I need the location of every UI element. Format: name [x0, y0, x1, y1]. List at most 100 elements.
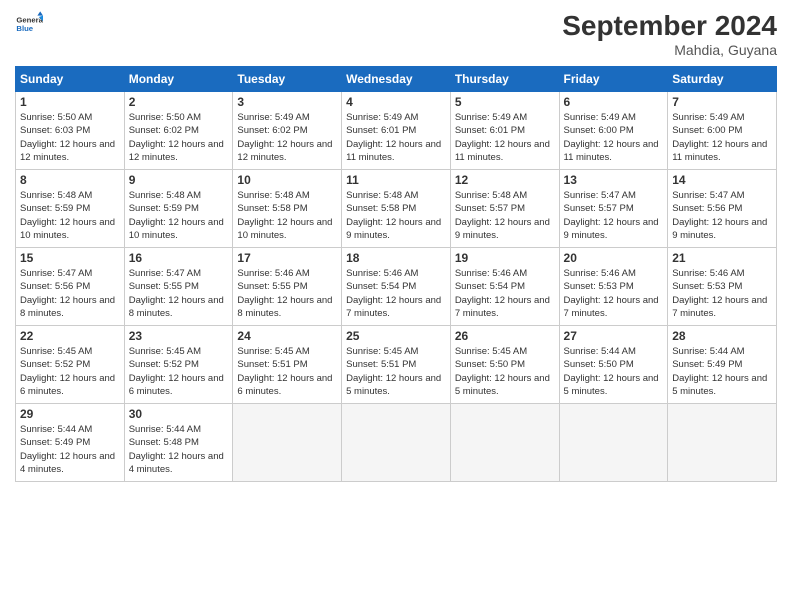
day-number: 20	[564, 251, 664, 265]
day-info: Sunrise: 5:46 AM Sunset: 5:55 PM Dayligh…	[237, 267, 337, 320]
calendar-cell: 27 Sunrise: 5:44 AM Sunset: 5:50 PM Dayl…	[559, 326, 668, 404]
calendar-cell: 4 Sunrise: 5:49 AM Sunset: 6:01 PM Dayli…	[342, 92, 451, 170]
sunset-label: Sunset: 5:50 PM	[564, 359, 634, 370]
sunrise-label: Sunrise: 5:48 AM	[455, 190, 527, 201]
day-number: 3	[237, 95, 337, 109]
sunset-label: Sunset: 5:59 PM	[20, 203, 90, 214]
calendar-cell	[559, 404, 668, 482]
daylight-label: Daylight: 12 hours and 10 minutes.	[20, 217, 115, 241]
calendar-cell: 23 Sunrise: 5:45 AM Sunset: 5:52 PM Dayl…	[124, 326, 233, 404]
day-number: 2	[129, 95, 229, 109]
day-info: Sunrise: 5:46 AM Sunset: 5:53 PM Dayligh…	[672, 267, 772, 320]
col-tuesday: Tuesday	[233, 67, 342, 92]
sunset-label: Sunset: 6:02 PM	[237, 125, 307, 136]
table-row: 22 Sunrise: 5:45 AM Sunset: 5:52 PM Dayl…	[16, 326, 777, 404]
calendar-cell: 7 Sunrise: 5:49 AM Sunset: 6:00 PM Dayli…	[668, 92, 777, 170]
day-info: Sunrise: 5:47 AM Sunset: 5:56 PM Dayligh…	[672, 189, 772, 242]
day-info: Sunrise: 5:50 AM Sunset: 6:02 PM Dayligh…	[129, 111, 229, 164]
calendar-cell: 14 Sunrise: 5:47 AM Sunset: 5:56 PM Dayl…	[668, 170, 777, 248]
day-number: 4	[346, 95, 446, 109]
col-thursday: Thursday	[450, 67, 559, 92]
daylight-label: Daylight: 12 hours and 7 minutes.	[564, 295, 659, 319]
sunset-label: Sunset: 6:01 PM	[346, 125, 416, 136]
day-info: Sunrise: 5:45 AM Sunset: 5:52 PM Dayligh…	[20, 345, 120, 398]
day-info: Sunrise: 5:45 AM Sunset: 5:51 PM Dayligh…	[346, 345, 446, 398]
calendar-cell: 24 Sunrise: 5:45 AM Sunset: 5:51 PM Dayl…	[233, 326, 342, 404]
day-number: 13	[564, 173, 664, 187]
sunset-label: Sunset: 5:51 PM	[237, 359, 307, 370]
col-friday: Friday	[559, 67, 668, 92]
day-number: 18	[346, 251, 446, 265]
daylight-label: Daylight: 12 hours and 9 minutes.	[346, 217, 441, 241]
calendar-container: General Blue September 2024 Mahdia, Guya…	[0, 0, 792, 492]
sunset-label: Sunset: 5:59 PM	[129, 203, 199, 214]
sunrise-label: Sunrise: 5:48 AM	[129, 190, 201, 201]
sunset-label: Sunset: 5:49 PM	[672, 359, 742, 370]
day-info: Sunrise: 5:47 AM Sunset: 5:55 PM Dayligh…	[129, 267, 229, 320]
sunrise-label: Sunrise: 5:46 AM	[237, 268, 309, 279]
daylight-label: Daylight: 12 hours and 5 minutes.	[564, 373, 659, 397]
day-info: Sunrise: 5:46 AM Sunset: 5:54 PM Dayligh…	[455, 267, 555, 320]
sunrise-label: Sunrise: 5:47 AM	[672, 190, 744, 201]
day-info: Sunrise: 5:49 AM Sunset: 6:01 PM Dayligh…	[346, 111, 446, 164]
sunset-label: Sunset: 5:54 PM	[455, 281, 525, 292]
day-info: Sunrise: 5:48 AM Sunset: 5:59 PM Dayligh…	[20, 189, 120, 242]
sunset-label: Sunset: 5:54 PM	[346, 281, 416, 292]
day-info: Sunrise: 5:44 AM Sunset: 5:49 PM Dayligh…	[672, 345, 772, 398]
sunrise-label: Sunrise: 5:48 AM	[20, 190, 92, 201]
daylight-label: Daylight: 12 hours and 8 minutes.	[129, 295, 224, 319]
table-row: 15 Sunrise: 5:47 AM Sunset: 5:56 PM Dayl…	[16, 248, 777, 326]
daylight-label: Daylight: 12 hours and 9 minutes.	[564, 217, 659, 241]
svg-text:Blue: Blue	[16, 24, 33, 33]
sunrise-label: Sunrise: 5:49 AM	[237, 112, 309, 123]
calendar-cell	[450, 404, 559, 482]
sunrise-label: Sunrise: 5:47 AM	[564, 190, 636, 201]
calendar-cell: 21 Sunrise: 5:46 AM Sunset: 5:53 PM Dayl…	[668, 248, 777, 326]
calendar-cell: 26 Sunrise: 5:45 AM Sunset: 5:50 PM Dayl…	[450, 326, 559, 404]
calendar-cell: 13 Sunrise: 5:47 AM Sunset: 5:57 PM Dayl…	[559, 170, 668, 248]
table-row: 29 Sunrise: 5:44 AM Sunset: 5:49 PM Dayl…	[16, 404, 777, 482]
sunset-label: Sunset: 5:55 PM	[237, 281, 307, 292]
day-number: 9	[129, 173, 229, 187]
sunset-label: Sunset: 6:00 PM	[564, 125, 634, 136]
sunrise-label: Sunrise: 5:49 AM	[672, 112, 744, 123]
calendar-cell: 2 Sunrise: 5:50 AM Sunset: 6:02 PM Dayli…	[124, 92, 233, 170]
sunset-label: Sunset: 5:50 PM	[455, 359, 525, 370]
day-number: 27	[564, 329, 664, 343]
day-number: 19	[455, 251, 555, 265]
day-number: 22	[20, 329, 120, 343]
sunset-label: Sunset: 5:58 PM	[346, 203, 416, 214]
day-number: 5	[455, 95, 555, 109]
daylight-label: Daylight: 12 hours and 4 minutes.	[20, 451, 115, 475]
daylight-label: Daylight: 12 hours and 9 minutes.	[672, 217, 767, 241]
sunset-label: Sunset: 5:53 PM	[564, 281, 634, 292]
sunrise-label: Sunrise: 5:46 AM	[455, 268, 527, 279]
calendar-cell	[668, 404, 777, 482]
day-info: Sunrise: 5:48 AM Sunset: 5:59 PM Dayligh…	[129, 189, 229, 242]
calendar-cell: 5 Sunrise: 5:49 AM Sunset: 6:01 PM Dayli…	[450, 92, 559, 170]
day-number: 7	[672, 95, 772, 109]
sunset-label: Sunset: 6:03 PM	[20, 125, 90, 136]
calendar-cell: 1 Sunrise: 5:50 AM Sunset: 6:03 PM Dayli…	[16, 92, 125, 170]
sunrise-label: Sunrise: 5:44 AM	[20, 424, 92, 435]
sunrise-label: Sunrise: 5:49 AM	[564, 112, 636, 123]
calendar-cell: 11 Sunrise: 5:48 AM Sunset: 5:58 PM Dayl…	[342, 170, 451, 248]
sunrise-label: Sunrise: 5:45 AM	[20, 346, 92, 357]
sunrise-label: Sunrise: 5:44 AM	[129, 424, 201, 435]
day-info: Sunrise: 5:46 AM Sunset: 5:53 PM Dayligh…	[564, 267, 664, 320]
sunrise-label: Sunrise: 5:46 AM	[672, 268, 744, 279]
day-info: Sunrise: 5:45 AM Sunset: 5:52 PM Dayligh…	[129, 345, 229, 398]
day-info: Sunrise: 5:49 AM Sunset: 6:01 PM Dayligh…	[455, 111, 555, 164]
sunset-label: Sunset: 5:57 PM	[455, 203, 525, 214]
day-number: 21	[672, 251, 772, 265]
sunrise-label: Sunrise: 5:45 AM	[129, 346, 201, 357]
table-row: 1 Sunrise: 5:50 AM Sunset: 6:03 PM Dayli…	[16, 92, 777, 170]
day-number: 15	[20, 251, 120, 265]
sunset-label: Sunset: 5:52 PM	[129, 359, 199, 370]
day-number: 24	[237, 329, 337, 343]
day-info: Sunrise: 5:44 AM Sunset: 5:48 PM Dayligh…	[129, 423, 229, 476]
daylight-label: Daylight: 12 hours and 6 minutes.	[129, 373, 224, 397]
day-number: 11	[346, 173, 446, 187]
logo: General Blue	[15, 10, 43, 38]
sunrise-label: Sunrise: 5:45 AM	[455, 346, 527, 357]
